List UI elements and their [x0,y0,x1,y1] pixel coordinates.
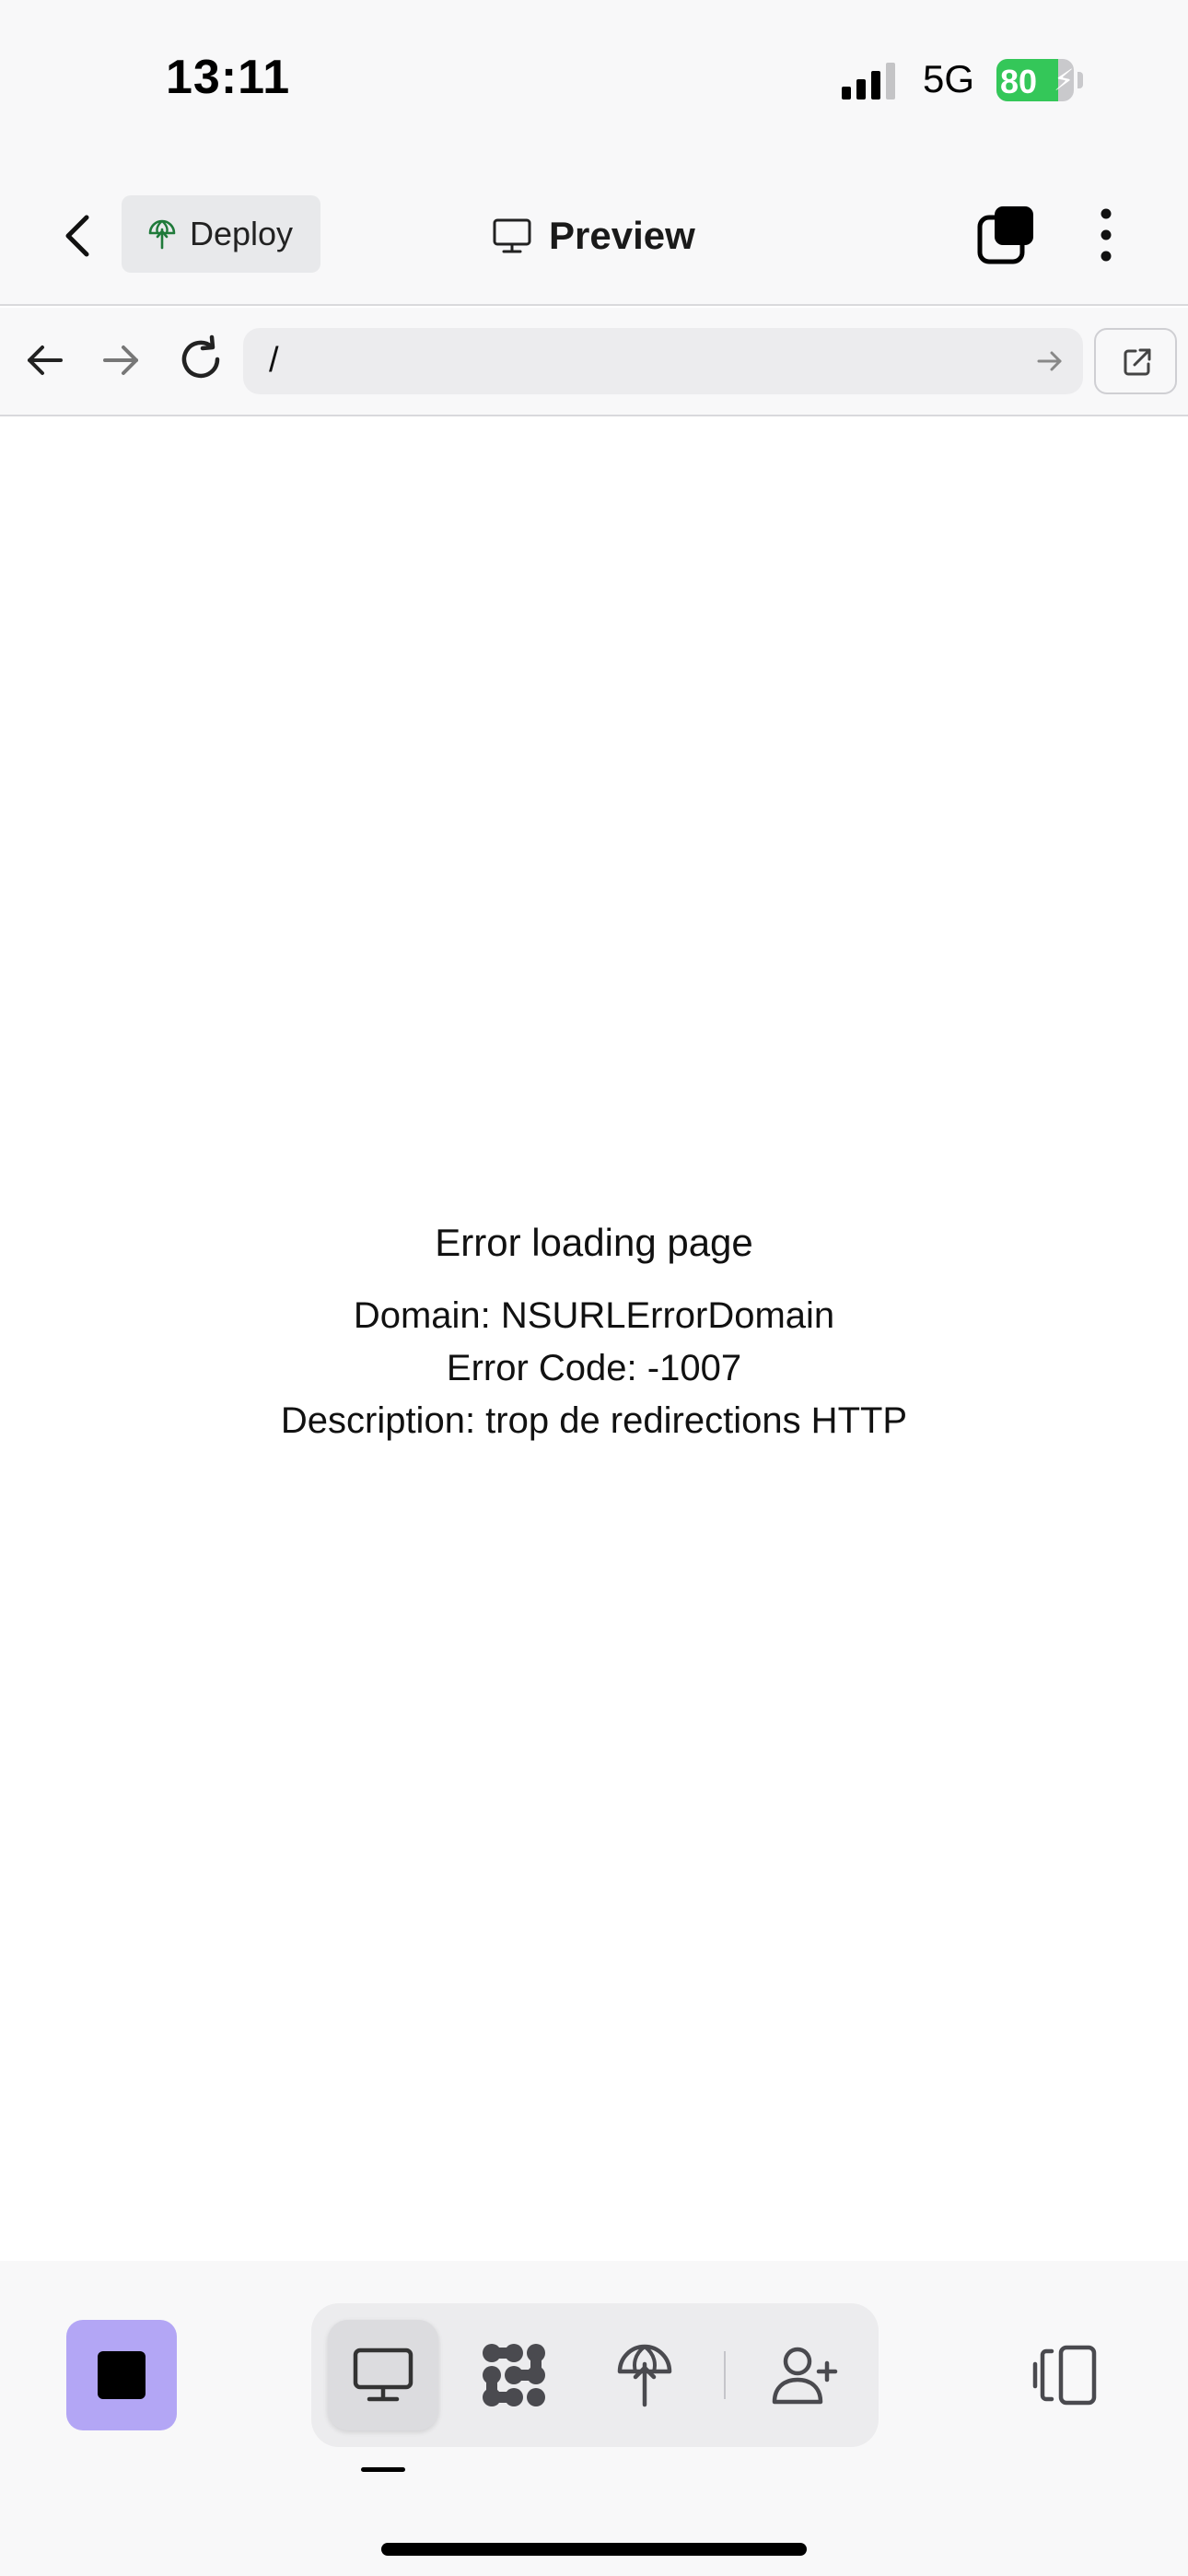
split-view-icon[interactable] [1030,2342,1100,2408]
deploy-icon [148,219,176,250]
stop-icon [98,2351,146,2399]
title-label: Preview [549,214,695,257]
arrow-left-icon[interactable] [22,337,68,383]
reload-icon[interactable] [175,334,227,385]
workspace-icon [483,2344,545,2406]
url-input[interactable]: / [243,328,1083,394]
external-link-icon [1124,348,1151,376]
toolbar-divider [724,2351,726,2399]
invite-user-icon [772,2347,838,2405]
deploy-icon [617,2344,672,2407]
toolbar-invite-tab[interactable] [750,2320,860,2430]
stop-button[interactable] [66,2320,177,2430]
network-type: 5G [923,57,975,100]
top-navigation-bar: Deploy Preview [0,166,1188,306]
charging-bolt-icon: ⚡ [1054,64,1074,97]
browser-url-bar: / [0,308,1188,416]
go-arrow-icon[interactable] [1035,346,1065,376]
arrow-right-icon[interactable] [98,337,144,383]
error-code: Error Code: -1007 [446,1348,742,1388]
status-bar: 13:11 5G 80 ⚡ [0,0,1188,166]
toolbar-workspace-tab[interactable] [459,2320,569,2430]
open-external-button[interactable] [1094,328,1177,394]
monitor-icon [493,218,531,253]
bottom-toolbar [311,2303,879,2447]
page-title: Preview [492,206,695,265]
tabs-icon[interactable] [976,203,1037,267]
error-message: Error loading page Domain: NSURLErrorDom… [0,1216,1188,1447]
error-domain: Domain: NSURLErrorDomain [353,1295,835,1336]
status-time: 13:11 [166,51,291,104]
cellular-signal-icon [842,63,895,100]
error-title: Error loading page [435,1221,753,1264]
deploy-button[interactable]: Deploy [122,195,320,273]
active-tab-indicator [361,2467,405,2472]
error-description: Description: trop de redirections HTTP [280,1400,908,1441]
more-options-icon[interactable] [1085,203,1127,267]
deploy-label: Deploy [190,215,294,252]
app-screen: 13:11 5G 80 ⚡ Deploy Preview / Error loa… [0,0,1188,2576]
toolbar-preview-tab[interactable] [328,2320,438,2430]
back-chevron-icon[interactable] [53,206,105,265]
web-content-area: Error loading page Domain: NSURLErrorDom… [0,418,1188,2261]
monitor-icon [353,2348,413,2402]
toolbar-deploy-tab[interactable] [589,2320,700,2430]
url-text: / [269,341,279,380]
battery-indicator: 80 ⚡ [996,59,1083,101]
bottom-toolbar-area [0,2261,1188,2576]
home-indicator [381,2543,807,2556]
